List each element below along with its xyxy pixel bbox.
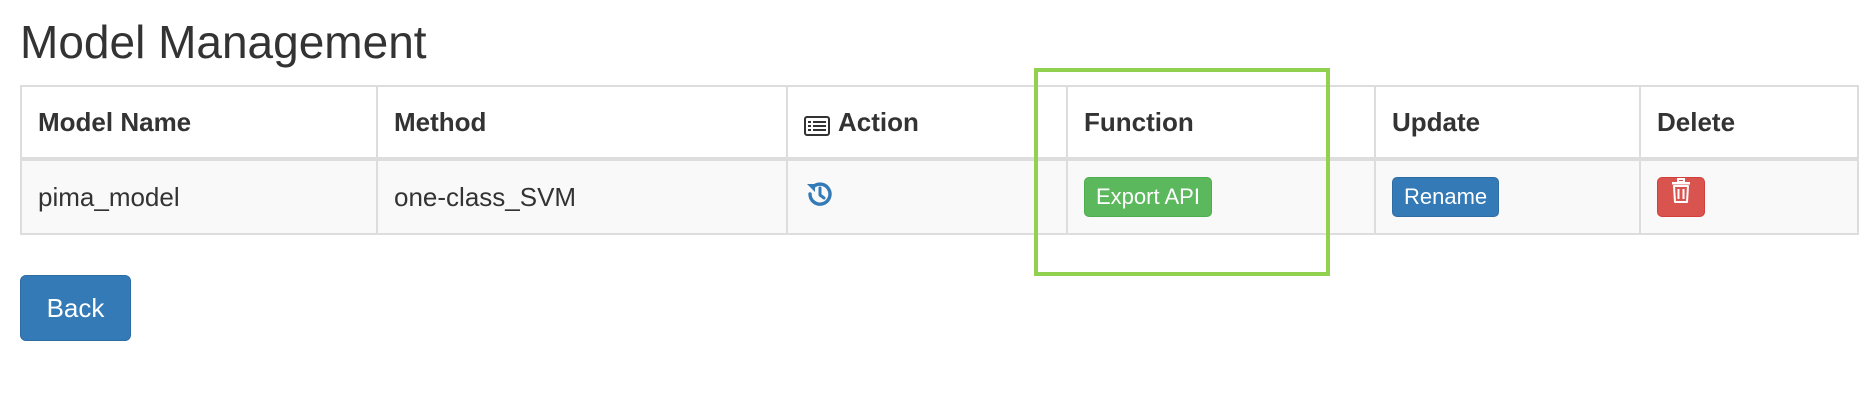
column-header-label: Method bbox=[394, 106, 487, 137]
column-header-update: Update bbox=[1374, 85, 1641, 161]
cell-model-name: pima_model bbox=[20, 158, 378, 235]
models-table-container: Model Name Method Action Function Update… bbox=[20, 85, 1859, 235]
cell-action bbox=[786, 158, 1068, 235]
cell-delete bbox=[1639, 158, 1859, 235]
column-header-label: Action bbox=[838, 106, 919, 137]
trash-icon bbox=[1670, 178, 1692, 216]
models-table: Model Name Method Action Function Update… bbox=[20, 85, 1859, 235]
table-header-row: Model Name Method Action Function Update… bbox=[20, 85, 1859, 161]
column-header-label: Function bbox=[1084, 106, 1194, 137]
cell-method: one-class_SVM bbox=[376, 158, 788, 235]
column-header-label: Delete bbox=[1657, 106, 1736, 137]
column-header-label: Update bbox=[1392, 106, 1481, 137]
back-button[interactable]: Back bbox=[20, 275, 131, 341]
cell-function: Export API bbox=[1066, 158, 1376, 235]
delete-button[interactable] bbox=[1657, 177, 1705, 217]
page-title: Model Management bbox=[20, 16, 427, 68]
rename-button[interactable]: Rename bbox=[1392, 177, 1500, 217]
export-api-button[interactable]: Export API bbox=[1084, 177, 1212, 217]
column-header-method: Method bbox=[376, 85, 788, 161]
column-header-label: Model Name bbox=[38, 106, 192, 137]
cell-update: Rename bbox=[1374, 158, 1641, 235]
list-alt-icon bbox=[804, 112, 830, 136]
column-header-model-name: Model Name bbox=[20, 85, 378, 161]
table-row: pima_model one-class_SVM Export API Rena… bbox=[20, 158, 1859, 235]
history-icon[interactable] bbox=[804, 178, 836, 210]
column-header-action: Action bbox=[786, 85, 1068, 161]
column-header-delete: Delete bbox=[1639, 85, 1859, 161]
column-header-function: Function bbox=[1066, 85, 1376, 161]
